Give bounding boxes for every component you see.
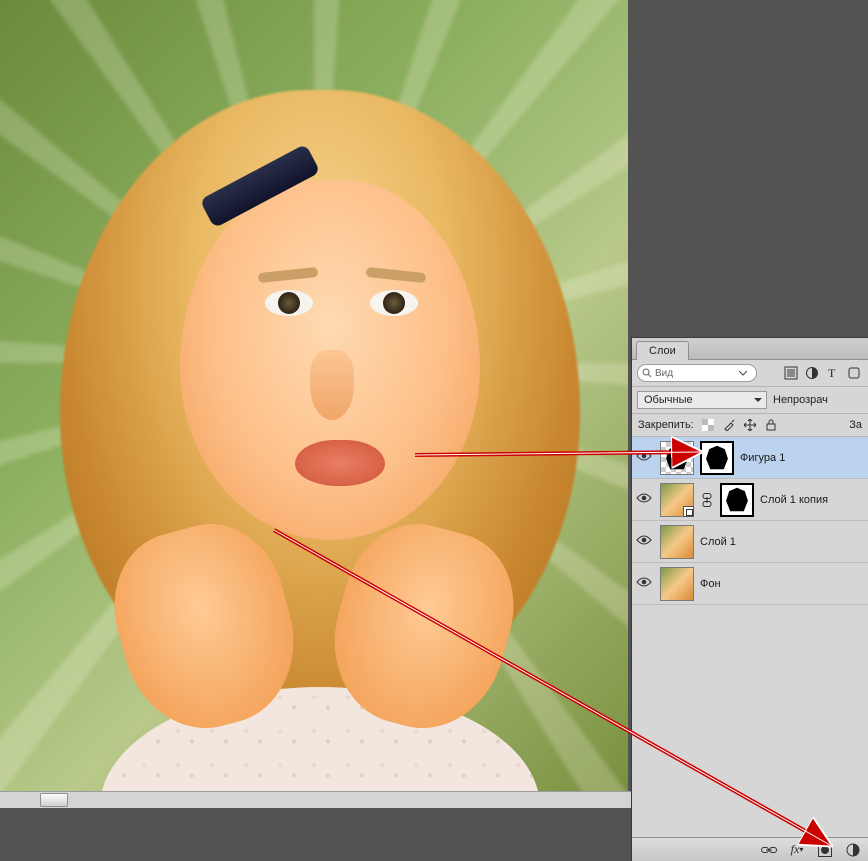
- layers-panel: Слои Вид T Обычные Непрозрач З: [631, 337, 868, 861]
- lock-transparency-icon[interactable]: [701, 418, 715, 432]
- layers-panel-footer: fx▾: [632, 837, 868, 861]
- new-adjustment-layer-icon[interactable]: [844, 841, 862, 859]
- layer-mask-thumbnail[interactable]: [720, 483, 754, 517]
- panel-tab-bar: Слои: [632, 338, 868, 360]
- workspace-background: [631, 0, 868, 337]
- layer-row[interactable]: Слой 1 копия: [632, 479, 868, 521]
- layer-row[interactable]: Фигура 1: [632, 437, 868, 479]
- eye-icon: [636, 492, 652, 504]
- tab-layers[interactable]: Слои: [636, 341, 689, 360]
- layer-thumbnail[interactable]: [660, 483, 694, 517]
- search-icon: [642, 368, 652, 378]
- filter-type-icon[interactable]: T: [824, 364, 842, 382]
- lock-position-icon[interactable]: [743, 418, 757, 432]
- visibility-toggle[interactable]: [634, 450, 654, 465]
- blend-mode-select[interactable]: Обычные: [637, 391, 767, 409]
- visibility-toggle[interactable]: [634, 534, 654, 549]
- svg-text:T: T: [828, 366, 836, 380]
- layer-name[interactable]: Фон: [700, 578, 721, 590]
- canvas-footer-gap: [0, 808, 631, 826]
- layer-thumbnail[interactable]: [660, 441, 694, 475]
- filter-shape-icon[interactable]: [845, 364, 863, 382]
- chevron-down-icon: [739, 369, 747, 377]
- filter-pixel-icon[interactable]: [782, 364, 800, 382]
- visibility-toggle[interactable]: [634, 576, 654, 591]
- layer-name[interactable]: Фигура 1: [740, 452, 785, 464]
- smart-object-badge: [683, 506, 694, 517]
- lock-pixels-icon[interactable]: [722, 418, 736, 432]
- layers-list: Фигура 1 Слой 1 копия Слой 1 Фон: [632, 437, 868, 837]
- layer-row[interactable]: Слой 1: [632, 521, 868, 563]
- eye-icon: [636, 450, 652, 462]
- link-layers-icon[interactable]: [760, 841, 778, 859]
- canvas-region: [0, 0, 631, 826]
- visibility-toggle[interactable]: [634, 492, 654, 507]
- lock-row: Закрепить: За: [632, 414, 868, 437]
- eye-left: [265, 290, 313, 316]
- eye-icon: [636, 534, 652, 546]
- nose-shape: [310, 350, 354, 420]
- add-mask-icon[interactable]: [816, 841, 834, 859]
- layer-thumbnail[interactable]: [660, 525, 694, 559]
- filter-adjustment-icon[interactable]: [803, 364, 821, 382]
- document-canvas[interactable]: [0, 0, 628, 807]
- layer-fx-icon[interactable]: fx▾: [788, 841, 806, 859]
- scrollbar-thumb[interactable]: [40, 793, 68, 807]
- link-icon: [700, 493, 714, 507]
- layer-filter-row: Вид T: [632, 360, 868, 387]
- blend-mode-row: Обычные Непрозрач: [632, 387, 868, 414]
- layer-name[interactable]: Слой 1: [700, 536, 736, 548]
- layer-thumbnail[interactable]: [660, 567, 694, 601]
- eye-icon: [636, 576, 652, 588]
- opacity-label: Непрозрач: [773, 394, 828, 406]
- lock-label: Закрепить:: [638, 419, 694, 431]
- eye-right: [370, 290, 418, 316]
- layer-row[interactable]: Фон: [632, 563, 868, 605]
- layer-filter-type-label: Вид: [655, 368, 673, 379]
- fill-label: За: [849, 419, 862, 431]
- layer-name[interactable]: Слой 1 копия: [760, 494, 828, 506]
- layer-filter-type-select[interactable]: Вид: [637, 364, 757, 382]
- blend-mode-value: Обычные: [644, 394, 693, 406]
- canvas-horizontal-scrollbar[interactable]: [0, 791, 631, 808]
- lips-shape: [295, 440, 385, 486]
- layer-mask-thumbnail[interactable]: [700, 441, 734, 475]
- lock-all-icon[interactable]: [764, 418, 778, 432]
